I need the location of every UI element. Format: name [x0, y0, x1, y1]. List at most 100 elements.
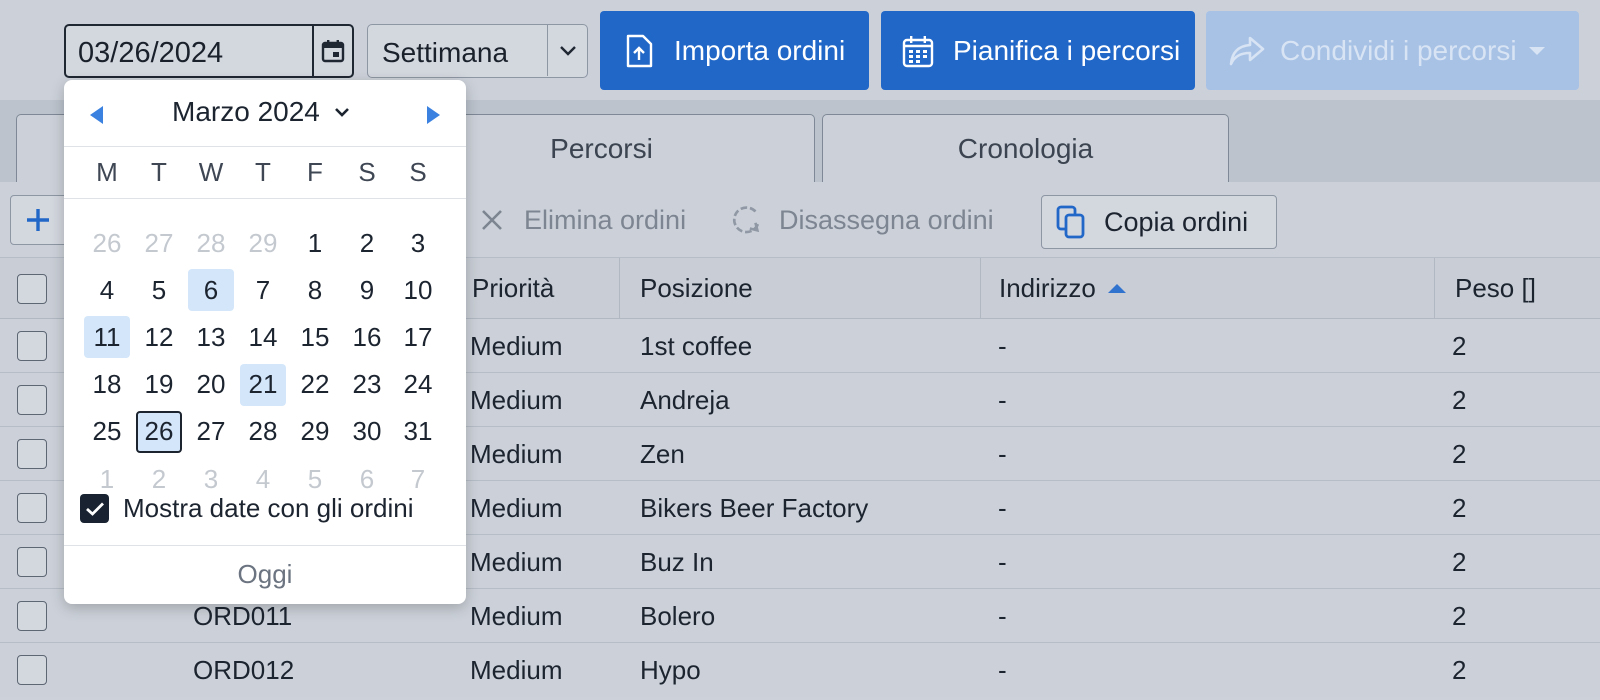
weekday-label: T: [151, 156, 167, 187]
calendar-day[interactable]: 19: [136, 364, 182, 406]
order-priority: Medium: [470, 600, 563, 631]
table-row[interactable]: ORD012 Medium Hypo - 2: [0, 643, 1600, 697]
tab-routes-label: Percorsi: [550, 132, 653, 164]
chevron-down-icon[interactable]: [547, 25, 587, 76]
close-icon: [476, 204, 508, 236]
plan-routes-button[interactable]: Pianifica i percorsi: [881, 11, 1195, 90]
calendar-day[interactable]: 15: [292, 316, 338, 358]
weekday-label: F: [307, 156, 323, 187]
calendar-day[interactable]: 27: [136, 222, 182, 264]
row-checkbox[interactable]: [17, 385, 47, 415]
column-weight-label: Peso []: [1455, 273, 1536, 303]
weekday-label: S: [409, 156, 427, 187]
calendar-day[interactable]: 21: [240, 363, 286, 406]
row-checkbox[interactable]: [17, 493, 47, 523]
order-priority: Medium: [470, 438, 563, 469]
today-label: Oggi: [237, 559, 293, 589]
column-weight[interactable]: Peso []: [1434, 258, 1600, 319]
calendar-day[interactable]: 14: [240, 316, 286, 358]
share-routes-label: Condividi i percorsi: [1280, 34, 1517, 66]
calendar-day[interactable]: 31: [395, 411, 441, 453]
calendar-day[interactable]: 17: [395, 316, 441, 358]
import-orders-button[interactable]: Importa ordini: [600, 11, 869, 90]
calendar-day[interactable]: 16: [344, 316, 390, 358]
order-priority: Medium: [470, 546, 563, 577]
add-order-button[interactable]: [10, 195, 70, 245]
calendar-day[interactable]: 13: [188, 316, 234, 358]
calendar-day[interactable]: 30: [344, 411, 390, 453]
row-checkbox[interactable]: [17, 439, 47, 469]
tab-history[interactable]: Cronologia: [822, 114, 1229, 182]
calendar-day[interactable]: 3: [395, 222, 441, 264]
select-all-checkbox[interactable]: [17, 273, 47, 304]
weekday-label: M: [96, 156, 118, 187]
calendar-day[interactable]: 29: [240, 222, 286, 264]
calendar-day[interactable]: 22: [292, 364, 338, 406]
calendar-day[interactable]: 6: [188, 269, 234, 312]
row-checkbox[interactable]: [17, 601, 47, 631]
unassign-orders-label: Disassegna ordini: [779, 204, 994, 235]
calendar-day[interactable]: 1: [292, 222, 338, 264]
order-address: -: [998, 384, 1007, 415]
calendar-day[interactable]: 26: [84, 222, 130, 264]
row-checkbox[interactable]: [17, 331, 47, 361]
calendar-day[interactable]: 2: [344, 222, 390, 264]
order-position: Hypo: [640, 654, 701, 685]
month-year-selector[interactable]: Marzo 2024: [172, 96, 350, 128]
unassign-orders-button[interactable]: Disassegna ordini: [731, 204, 994, 236]
calendar-day[interactable]: 7: [240, 269, 286, 311]
row-checkbox[interactable]: [17, 547, 47, 577]
show-dates-checkbox[interactable]: [80, 494, 109, 523]
calendar-grid-icon: [901, 34, 935, 68]
calendar-day[interactable]: 9: [344, 269, 390, 311]
copy-orders-button[interactable]: Copia ordini: [1041, 195, 1277, 249]
column-address[interactable]: Indirizzo: [980, 258, 1434, 319]
calendar-day[interactable]: 28: [240, 411, 286, 453]
order-address: -: [998, 600, 1007, 631]
share-routes-button[interactable]: Condividi i percorsi: [1206, 11, 1579, 90]
calendar-day[interactable]: 20: [188, 364, 234, 406]
order-address: -: [998, 492, 1007, 523]
date-picker-header: Marzo 2024: [64, 80, 466, 146]
order-weight: 2: [1452, 330, 1467, 361]
today-button[interactable]: Oggi: [64, 545, 466, 604]
delete-orders-button[interactable]: Elimina ordini: [476, 204, 686, 236]
order-address: -: [998, 330, 1007, 361]
row-checkbox[interactable]: [17, 655, 47, 685]
calendar-day[interactable]: 25: [84, 411, 130, 453]
weekday-header-row: M TWT F S S: [64, 146, 466, 198]
calendar-day[interactable]: 28: [188, 222, 234, 264]
calendar-day[interactable]: 18: [84, 364, 130, 406]
calendar-day-selected[interactable]: 26: [136, 410, 182, 453]
calendar-day[interactable]: 12: [136, 316, 182, 358]
date-picker-popup: Marzo 2024 MTWTFSS 26 27 28 29 1 2 3 4 5 6 7 8 9 10 11…: [64, 80, 466, 604]
order-position: 1st coffee: [640, 330, 753, 361]
prev-month-arrow-icon[interactable]: [90, 106, 103, 124]
plan-routes-label: Pianifica i percorsi: [953, 34, 1181, 66]
date-input-value: 03/26/2024: [78, 37, 224, 69]
calendar-day[interactable]: 11: [84, 316, 130, 359]
copy-icon: [1054, 204, 1088, 240]
calendar-day[interactable]: 8: [292, 269, 338, 311]
checkmark-icon: [85, 502, 104, 516]
next-month-arrow-icon[interactable]: [427, 106, 440, 124]
calendar-icon[interactable]: [312, 26, 352, 76]
sort-ascending-icon: [1107, 284, 1126, 293]
order-weight: 2: [1452, 654, 1467, 685]
column-priority[interactable]: Priorità: [455, 258, 619, 319]
show-dates-with-orders-option[interactable]: Mostra date con gli ordini: [80, 493, 413, 524]
month-year-label: Marzo 2024: [172, 96, 320, 127]
calendar-day[interactable]: 10: [395, 269, 441, 311]
calendar-day[interactable]: 24: [395, 364, 441, 406]
period-select[interactable]: Settimana: [367, 24, 588, 78]
calendar-day[interactable]: 27: [188, 411, 234, 453]
calendar-day[interactable]: 23: [344, 364, 390, 406]
date-input[interactable]: 03/26/2024: [64, 24, 354, 78]
calendar-day[interactable]: 29: [292, 411, 338, 453]
column-position[interactable]: Posizione: [619, 258, 980, 319]
import-orders-label: Importa ordini: [674, 34, 846, 66]
calendar-day[interactable]: 4: [84, 269, 130, 311]
select-all-cell: [0, 258, 64, 319]
weekday-label: S: [358, 156, 376, 187]
calendar-day[interactable]: 5: [136, 269, 182, 311]
